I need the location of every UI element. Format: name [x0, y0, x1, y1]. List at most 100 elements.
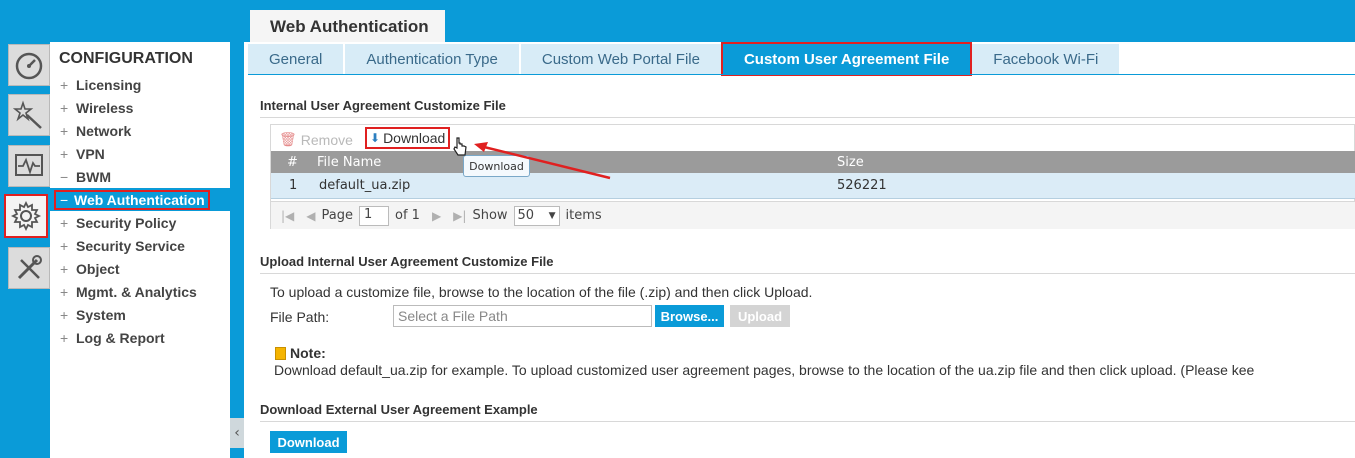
config-menu: CONFIGURATION + Licensing + Wireless + Networ…	[50, 42, 230, 458]
menu-item-label: Wireless	[76, 99, 134, 116]
menu-item[interactable]: − BWM	[50, 165, 230, 188]
page-input[interactable]: 1	[359, 205, 389, 226]
menu-item[interactable]: + Log & Report	[50, 326, 230, 349]
menu-item-label: Object	[76, 260, 120, 277]
row-size: 526221	[837, 178, 887, 193]
tab[interactable]: Authentication Type	[345, 44, 519, 74]
download-button[interactable]: ⬇ Download	[365, 127, 451, 149]
page-size-select[interactable]: 50 ▼	[513, 205, 560, 226]
annotation-arrow	[474, 142, 611, 180]
page-label: Page	[321, 208, 353, 223]
icon-rail	[0, 0, 50, 458]
menu-item[interactable]: + Licensing	[50, 73, 230, 96]
tools-icon[interactable]	[8, 247, 50, 289]
next-page-icon[interactable]: ▶	[432, 209, 441, 223]
wizard-icon[interactable]	[8, 94, 50, 136]
download-example-button[interactable]: Download	[270, 431, 347, 453]
upload-button[interactable]: Upload	[730, 305, 790, 327]
row-file-name: default_ua.zip	[319, 178, 411, 193]
divider	[260, 117, 1355, 118]
menu-item-label: BWM	[76, 168, 111, 185]
upload-instructions: To upload a customize file, browse to th…	[270, 284, 813, 300]
expand-icon: +	[60, 283, 69, 300]
expand-icon: +	[60, 260, 69, 277]
expand-icon: +	[60, 76, 69, 93]
tab[interactable]: General	[248, 44, 344, 74]
row-num: 1	[289, 178, 298, 193]
col-num[interactable]: #	[287, 151, 298, 173]
menu-title: CONFIGURATION	[59, 50, 193, 67]
file-path-input[interactable]: Select a File Path	[393, 305, 652, 327]
expand-icon: +	[60, 214, 69, 231]
menu-item[interactable]: + Object	[50, 257, 230, 280]
collapse-handle[interactable]: ‹	[230, 418, 244, 448]
note-text: Download default_ua.zip for example. To …	[274, 362, 1255, 378]
menu-item[interactable]: + Security Service	[50, 234, 230, 257]
file-path-label: File Path:	[270, 309, 330, 325]
remove-button[interactable]: 🗑 Remove	[279, 131, 353, 148]
menu-list: + Licensing + Wireless + Network + VPN − BWM − Web …	[50, 73, 230, 349]
note-title: Note:	[290, 345, 326, 361]
main-content: General Authentication Type Custom Web Por…	[244, 42, 1355, 458]
tab-bar: General Authentication Type Custom Web Por…	[248, 42, 1121, 76]
section-heading-upload: Upload Internal User Agreement Customize…	[260, 254, 554, 269]
menu-item[interactable]: − Web Authentication	[50, 188, 230, 211]
menu-item-label: System	[76, 306, 126, 323]
divider	[260, 273, 1355, 274]
menu-item-label: Security Service	[76, 237, 185, 254]
expand-icon: +	[60, 237, 69, 254]
browse-button[interactable]: Browse...	[655, 305, 724, 327]
chevron-down-icon: ▼	[548, 210, 556, 221]
download-icon: ⬇	[370, 131, 381, 145]
menu-item-label: Network	[76, 122, 132, 139]
menu-item-label: Web Authentication	[54, 189, 210, 210]
divider	[260, 421, 1355, 422]
note-icon	[275, 346, 286, 360]
menu-item[interactable]: + VPN	[50, 142, 230, 165]
expand-icon: +	[60, 122, 69, 139]
menu-item-label: Licensing	[76, 76, 142, 93]
tab[interactable]: Custom Web Portal File	[520, 44, 721, 74]
last-page-icon[interactable]: ▶|	[453, 209, 466, 223]
collapse-bar	[230, 42, 244, 458]
download-label: Download	[383, 130, 446, 146]
tab[interactable]: Custom User Agreement File	[720, 42, 973, 76]
monitor-icon[interactable]	[8, 145, 50, 187]
expand-icon: +	[60, 145, 69, 162]
dashboard-icon[interactable]	[8, 44, 50, 86]
tab[interactable]: Facebook Wi-Fi	[972, 44, 1120, 74]
table-row[interactable]: 1 default_ua.zip 526221	[271, 173, 1355, 199]
remove-label: Remove	[300, 131, 353, 148]
section-heading-internal: Internal User Agreement Customize File	[260, 98, 506, 113]
menu-item-label: VPN	[76, 145, 105, 162]
menu-item-label: Security Policy	[76, 214, 177, 231]
note-heading: Note:	[275, 345, 326, 361]
trash-icon: 🗑	[279, 131, 297, 147]
pager: |◀ ◀ Page 1 of 1 ▶ ▶| Show 50 ▼ items	[271, 201, 1355, 229]
menu-item[interactable]: + Security Policy	[50, 211, 230, 234]
col-size[interactable]: Size	[837, 151, 864, 173]
expand-icon: +	[60, 99, 69, 116]
show-label: Show	[472, 208, 508, 223]
menu-item-label: Mgmt. & Analytics	[76, 283, 197, 300]
menu-item[interactable]: + Mgmt. & Analytics	[50, 280, 230, 303]
gear-icon[interactable]	[4, 194, 48, 238]
menu-item[interactable]: + Wireless	[50, 96, 230, 119]
first-page-icon[interactable]: |◀	[281, 209, 294, 223]
file-grid: 🗑 Remove ⬇ Download # File Name Size 1 d…	[270, 124, 1355, 229]
page-size-value: 50	[517, 208, 535, 223]
section-heading-external: Download External User Agreement Example	[260, 402, 538, 417]
prev-page-icon[interactable]: ◀	[306, 209, 315, 223]
menu-item[interactable]: + System	[50, 303, 230, 326]
tab-underline	[248, 74, 1355, 75]
page-of-label: of 1	[395, 208, 420, 223]
col-file-name[interactable]: File Name	[317, 151, 381, 173]
menu-item[interactable]: + Network	[50, 119, 230, 142]
items-label: items	[565, 208, 602, 223]
page-title: Web Authentication	[250, 10, 445, 44]
collapse-icon: −	[60, 168, 69, 185]
grid-header: # File Name Size	[271, 151, 1355, 173]
hand-cursor-icon	[453, 137, 467, 156]
menu-item-label: Log & Report	[76, 329, 165, 346]
file-path-placeholder: Select a File Path	[398, 308, 508, 324]
